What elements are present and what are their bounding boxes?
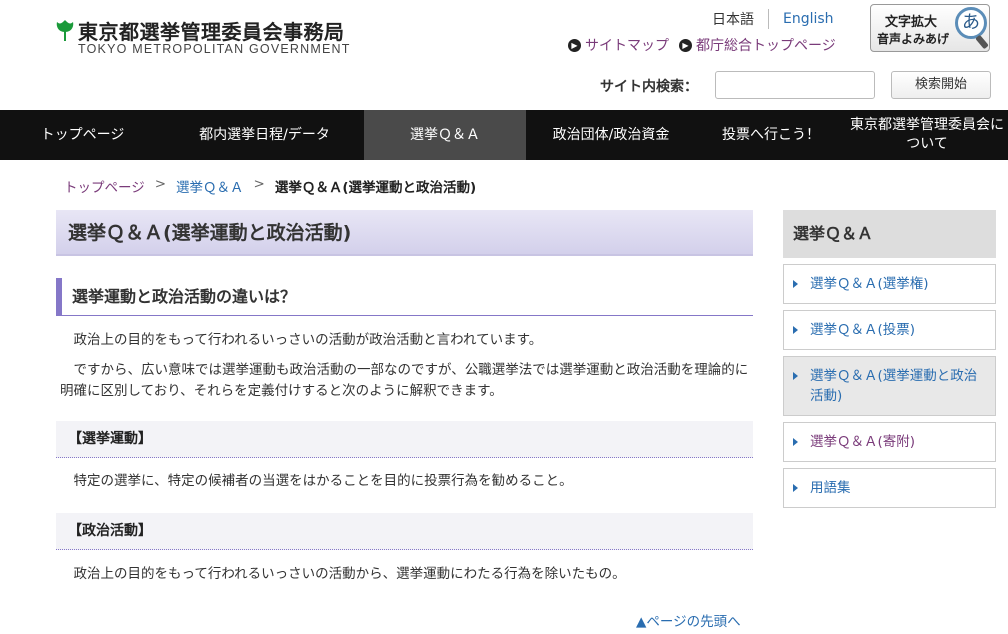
paragraph-political-definition: 政治上の目的をもって行われるいっさいの活動から、選挙運動にわたる行為を除いたもの… [60,566,626,582]
search-button[interactable]: 検索開始 [891,71,991,99]
sidebar-item-donation[interactable]: 選挙Ｑ＆Ａ(寄附) [783,422,996,462]
arrow-circle-icon: ▶ [568,38,581,52]
a11y-label-enlarge: 文字拡大 [885,15,938,30]
breadcrumb-separator: > [154,176,167,192]
magnifier-icon: あ [955,7,987,39]
triangle-right-icon [793,438,798,446]
lang-japanese: 日本語 [712,9,769,29]
sidebar-item-label: 用語集 [810,480,851,496]
subheading-political-activity: 【政治活動】 [56,513,753,550]
sidebar-item-label: 選挙Ｑ＆Ａ(寄附) [810,434,916,450]
breadcrumb: トップページ > 選挙Ｑ＆Ａ > 選挙Ｑ＆Ａ(選挙運動と政治活動) [64,176,476,196]
nav-about[interactable]: 東京都選挙管理委員会について [846,110,1008,160]
triangle-right-icon [793,372,798,380]
nav-top[interactable]: トップページ [0,110,165,160]
language-switcher: 日本語 English [712,9,834,29]
breadcrumb-qa[interactable]: 選挙Ｑ＆Ａ [176,176,244,196]
breadcrumb-current: 選挙Ｑ＆Ａ(選挙運動と政治活動) [274,180,477,196]
lang-english-link[interactable]: English [769,11,834,27]
arrow-circle-icon: ▶ [679,38,692,52]
sitemap-link[interactable]: ▶ サイトマップ [568,35,669,55]
gov-top-link[interactable]: ▶ 都庁総合トップページ [679,35,836,55]
gov-top-label: 都庁総合トップページ [696,38,836,54]
paragraph-intro: 政治上の目的をもって行われるいっさいの活動が政治活動と言われています。 [60,332,543,348]
sidebar-item-glossary[interactable]: 用語集 [783,468,996,508]
nav-qa[interactable]: 選挙Ｑ＆Ａ [364,110,526,160]
sidebar-item-label: 選挙Ｑ＆Ａ(選挙権) [810,276,929,292]
triangle-right-icon [793,280,798,288]
logo-english-text: TOKYO METROPOLITAN GOVERNMENT [78,42,351,56]
sidebar-heading: 選挙Ｑ＆Ａ [783,210,996,258]
triangle-right-icon [793,326,798,334]
paragraph-explanation: ですから、広い意味では選挙運動も政治活動の一部なのですが、公職選挙法では選挙運動… [60,362,749,399]
breadcrumb-home[interactable]: トップページ [64,176,145,196]
main-nav: トップページ 都内選挙日程/データ 選挙Ｑ＆Ａ 政治団体/政治資金 投票へ行こう… [0,110,1008,160]
sidebar-item-label: 選挙Ｑ＆Ａ(選挙運動と政治活動) [810,368,978,404]
page-title: 選挙Ｑ＆Ａ(選挙運動と政治活動) [56,210,753,256]
section-heading: 選挙運動と政治活動の違いは？ [56,278,753,316]
sidebar-item-label: 選挙Ｑ＆Ａ(投票) [810,322,916,338]
nav-go-vote[interactable]: 投票へ行こう！ [696,110,846,160]
search-label: サイト内検索： [600,79,698,95]
page-top-link[interactable]: ▲ページの先頭へ [636,610,741,630]
sidebar-item-campaign-political[interactable]: 選挙Ｑ＆Ａ(選挙運動と政治活動) [783,356,996,416]
header-links: ▶ サイトマップ ▶ 都庁総合トップページ [568,35,836,55]
accessibility-button[interactable]: 文字拡大 音声よみあげ あ [870,4,990,52]
ginkgo-leaf-icon [56,20,74,41]
sidebar-menu: 選挙Ｑ＆Ａ(選挙権) 選挙Ｑ＆Ａ(投票) 選挙Ｑ＆Ａ(選挙運動と政治活動) 選挙… [783,264,996,514]
subheading-campaign: 【選挙運動】 [56,421,753,458]
sitemap-label: サイトマップ [585,38,669,54]
search-input[interactable] [715,71,875,99]
triangle-right-icon [793,484,798,492]
site-header: 東京都選挙管理委員会事務局 TOKYO METROPOLITAN GOVERNM… [0,0,1008,110]
nav-political-funds[interactable]: 政治団体/政治資金 [526,110,696,160]
a11y-label-voice: 音声よみあげ [877,32,950,46]
magnifier-handle [975,34,989,50]
nav-schedule[interactable]: 都内選挙日程/データ [165,110,364,160]
paragraph-campaign-definition: 特定の選挙に、特定の候補者の当選をはかることを目的に投票行為を勧めること。 [60,473,573,489]
breadcrumb-separator: > [253,176,265,192]
sidebar-item-voting[interactable]: 選挙Ｑ＆Ａ(投票) [783,310,996,350]
sidebar-item-suffrage[interactable]: 選挙Ｑ＆Ａ(選挙権) [783,264,996,304]
logo-japanese-text: 東京都選挙管理委員会事務局 [78,20,345,44]
